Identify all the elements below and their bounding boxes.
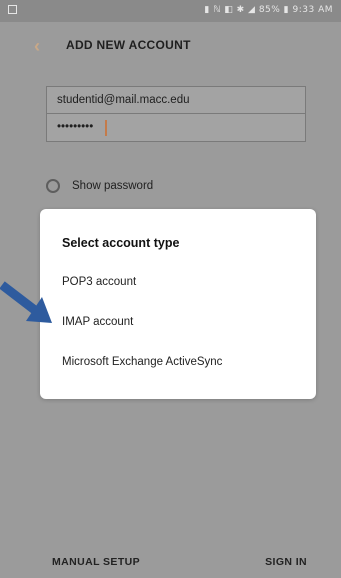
account-type-dialog: Select account type POP3 account IMAP ac… <box>40 209 316 399</box>
bottom-bar: MANUAL SETUP SIGN IN <box>0 536 341 578</box>
back-icon[interactable]: ‹ <box>34 37 46 55</box>
screen: ▮ ℕ ◧ ✱ ◢ 85% ▮ 9:33 AM ‹ ADD NEW ACCOUN… <box>0 0 341 578</box>
dialog-title: Select account type <box>62 236 180 250</box>
password-field[interactable]: ••••••••• <box>46 114 306 142</box>
show-password-radio[interactable] <box>46 179 60 193</box>
text-cursor <box>105 120 107 136</box>
pointer-arrow-icon <box>0 281 52 323</box>
account-form: studentid@mail.macc.edu ••••••••• <box>46 86 306 142</box>
app-bar: ‹ ADD NEW ACCOUNT <box>0 22 341 68</box>
status-indicators: ▮ ℕ ◧ ✱ ◢ 85% ▮ 9:33 AM <box>204 5 333 15</box>
page-title: ADD NEW ACCOUNT <box>66 38 191 52</box>
show-password-label: Show password <box>72 180 154 192</box>
gallery-icon <box>8 5 17 14</box>
password-value: ••••••••• <box>57 121 94 133</box>
option-imap[interactable]: IMAP account <box>62 316 133 328</box>
manual-setup-button[interactable]: MANUAL SETUP <box>52 556 140 568</box>
status-bar: ▮ ℕ ◧ ✱ ◢ 85% ▮ 9:33 AM <box>0 0 341 22</box>
option-pop3[interactable]: POP3 account <box>62 276 136 288</box>
option-exchange-activesync[interactable]: Microsoft Exchange ActiveSync <box>62 356 222 368</box>
sign-in-button[interactable]: SIGN IN <box>265 556 307 568</box>
email-field[interactable]: studentid@mail.macc.edu <box>46 86 306 114</box>
email-value: studentid@mail.macc.edu <box>57 94 190 106</box>
